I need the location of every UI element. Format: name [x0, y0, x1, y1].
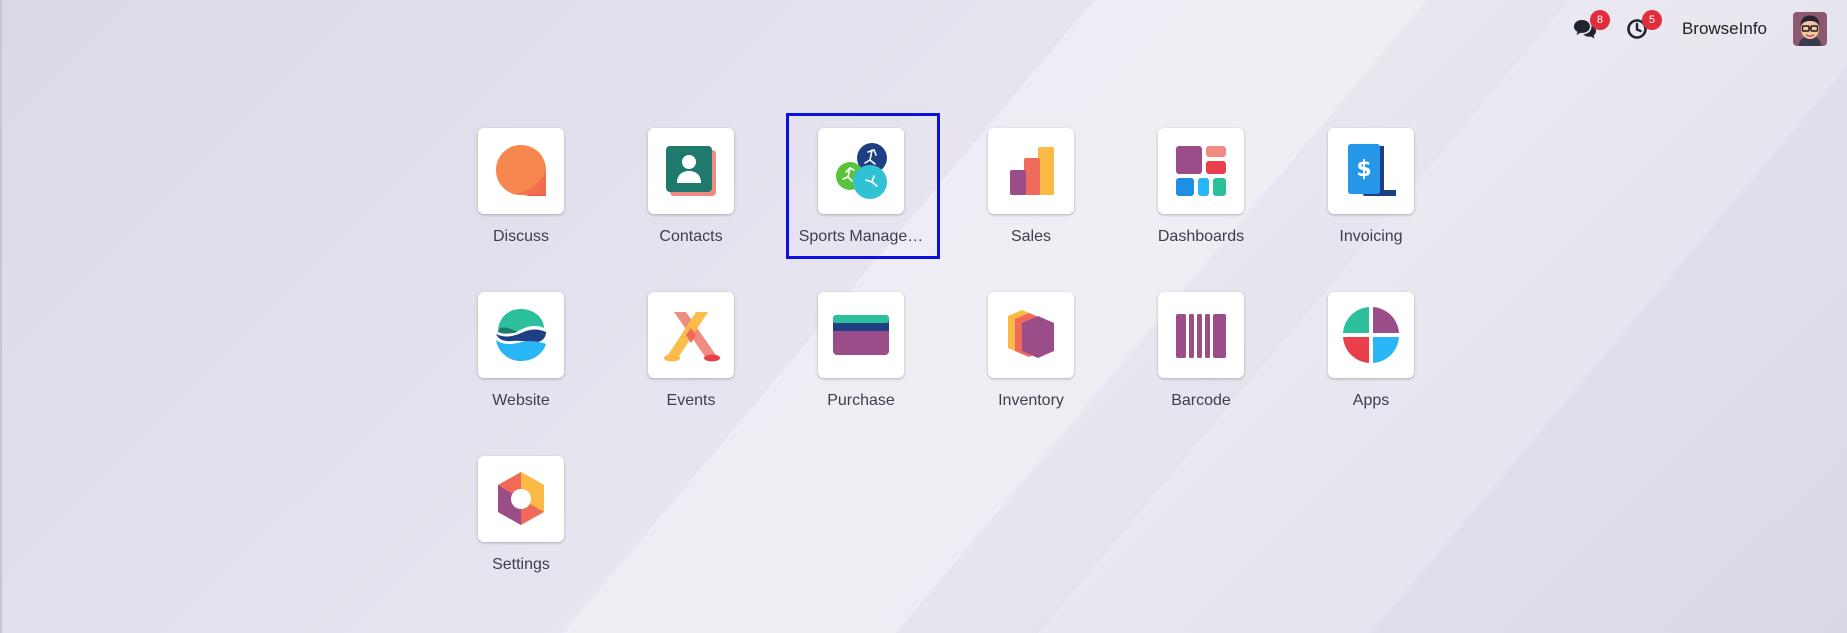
app-label: Events: [666, 392, 716, 409]
app-label: Contacts: [659, 228, 723, 245]
app-tile: [1158, 292, 1244, 378]
app-label: Invoicing: [1339, 228, 1403, 245]
app-label: Inventory: [998, 392, 1064, 409]
app-tile: [1328, 292, 1414, 378]
app-website[interactable]: Website: [436, 277, 606, 441]
app-tile: [818, 292, 904, 378]
app-sales[interactable]: Sales: [946, 113, 1116, 277]
app-apps[interactable]: Apps: [1286, 277, 1456, 441]
user-avatar[interactable]: [1793, 12, 1827, 46]
purchase-icon: [833, 315, 889, 355]
activities-badge: 5: [1641, 10, 1662, 30]
inventory-icon: [1008, 310, 1054, 358]
settings-icon: [498, 472, 544, 525]
dashboards-icon: [1176, 146, 1226, 196]
messages-badge: 8: [1589, 10, 1610, 30]
app-label: Discuss: [492, 228, 549, 245]
discuss-icon: [496, 145, 546, 196]
sports-management-icon: [836, 143, 887, 199]
app-tile: [478, 456, 564, 542]
contacts-icon: [666, 146, 716, 196]
barcode-icon: [1176, 314, 1226, 358]
website-icon: [496, 309, 546, 361]
app-tile: $: [1328, 128, 1414, 214]
app-tile: [478, 128, 564, 214]
events-icon: [664, 312, 720, 362]
app-tile: [478, 292, 564, 378]
avatar-icon: [1793, 12, 1827, 46]
app-inventory[interactable]: Inventory: [946, 277, 1116, 441]
app-discuss[interactable]: Discuss: [436, 113, 606, 277]
messages-button[interactable]: 8: [1572, 10, 1610, 42]
app-label: Apps: [1352, 392, 1390, 409]
app-label: Settings: [492, 556, 550, 573]
systray: 8 5 BrowseInfo: [1572, 10, 1827, 48]
app-tile: [988, 128, 1074, 214]
app-label: Barcode: [1171, 392, 1231, 409]
app-label: Website: [492, 392, 550, 409]
app-invoicing[interactable]: $ Invoicing: [1286, 113, 1456, 277]
app-dashboards[interactable]: Dashboards: [1116, 113, 1286, 277]
app-contacts[interactable]: Contacts: [606, 113, 776, 277]
left-edge-divider: [0, 0, 2, 633]
app-tile: [818, 128, 904, 214]
app-label: Sports Manage…: [798, 228, 924, 245]
app-sports-management[interactable]: Sports Manage…: [776, 113, 946, 277]
activities-button[interactable]: 5: [1624, 10, 1662, 42]
app-grid: Discuss Contacts Sports Manage… Sales Da…: [436, 113, 1456, 605]
app-label: Dashboards: [1157, 228, 1245, 245]
app-barcode[interactable]: Barcode: [1116, 277, 1286, 441]
app-tile: [988, 292, 1074, 378]
invoicing-icon: $: [1348, 144, 1396, 196]
app-events[interactable]: Events: [606, 277, 776, 441]
app-tile: [648, 292, 734, 378]
apps-icon: [1343, 307, 1399, 363]
app-purchase[interactable]: Purchase: [776, 277, 946, 441]
app-tile: [1158, 128, 1244, 214]
company-switcher[interactable]: BrowseInfo: [1682, 19, 1767, 39]
svg-text:$: $: [1356, 157, 1371, 182]
app-tile: [648, 128, 734, 214]
app-label: Purchase: [827, 392, 895, 409]
sales-icon: [1010, 147, 1054, 195]
app-label: Sales: [1010, 228, 1052, 245]
app-settings[interactable]: Settings: [436, 441, 606, 605]
